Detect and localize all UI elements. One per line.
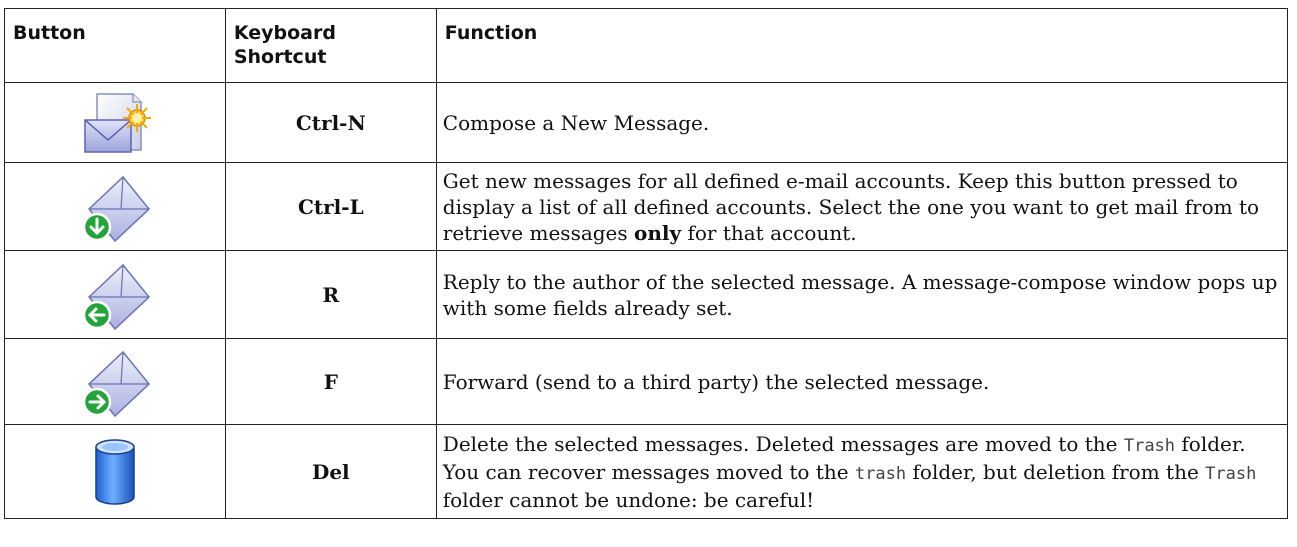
table-row: R Reply to the author of the selected me… [4, 250, 1289, 339]
get-mail-icon [82, 175, 150, 242]
folder-name: Trash [1123, 435, 1176, 456]
trash-icon [95, 438, 135, 505]
function-text: folder, but deletion from the [906, 459, 1206, 484]
icon-cell [4, 338, 226, 425]
shortcut-table: Button Keyboard Shortcut Function Ctrl-N… [4, 8, 1289, 519]
table-row: Ctrl-L Get new messages for all defined … [4, 162, 1289, 251]
icon-cell [4, 82, 226, 163]
function-cell: Delete the selected messages. Deleted me… [435, 424, 1289, 519]
shortcut-cell: R [224, 250, 437, 339]
header-function: Function [435, 8, 1289, 83]
table-row: Del Delete the selected messages. Delete… [4, 424, 1289, 519]
icon-cell [4, 162, 226, 251]
function-text: Reply to the author of the selected mess… [442, 269, 1278, 320]
header-button: Button [4, 8, 226, 83]
emphasis-text: only [634, 220, 682, 245]
function-text: Compose a New Message. [442, 110, 710, 135]
header-row: Button Keyboard Shortcut Function [4, 8, 1289, 83]
function-cell: Get new messages for all defined e-mail … [435, 162, 1289, 251]
function-text: Forward (send to a third party) the sele… [442, 369, 990, 394]
compose-message-icon [84, 92, 151, 153]
function-text: folder cannot be undone: be careful! [442, 487, 815, 512]
function-cell: Forward (send to a third party) the sele… [435, 338, 1289, 425]
folder-name: trash [854, 463, 907, 484]
shortcut-cell: Ctrl-N [224, 82, 437, 163]
header-shortcut: Keyboard Shortcut [224, 8, 437, 83]
shortcut-cell: F [224, 338, 437, 425]
shortcut-cell: Ctrl-L [224, 162, 437, 251]
table-row: F Forward (send to a third party) the se… [4, 338, 1289, 425]
function-text: Delete the selected messages. Deleted me… [442, 431, 1124, 456]
reply-icon [82, 263, 150, 330]
header-shortcut-label: Keyboard Shortcut [233, 22, 336, 68]
icon-cell [4, 424, 226, 519]
folder-name: Trash [1205, 463, 1257, 484]
icon-cell [4, 250, 226, 339]
function-text: for that account. [681, 220, 857, 245]
function-cell: Reply to the author of the selected mess… [435, 250, 1289, 339]
shortcut-cell: Del [224, 424, 437, 519]
forward-icon [82, 350, 150, 417]
table-row: Ctrl-N Compose a New Message. [4, 82, 1289, 163]
function-cell: Compose a New Message. [435, 82, 1289, 163]
